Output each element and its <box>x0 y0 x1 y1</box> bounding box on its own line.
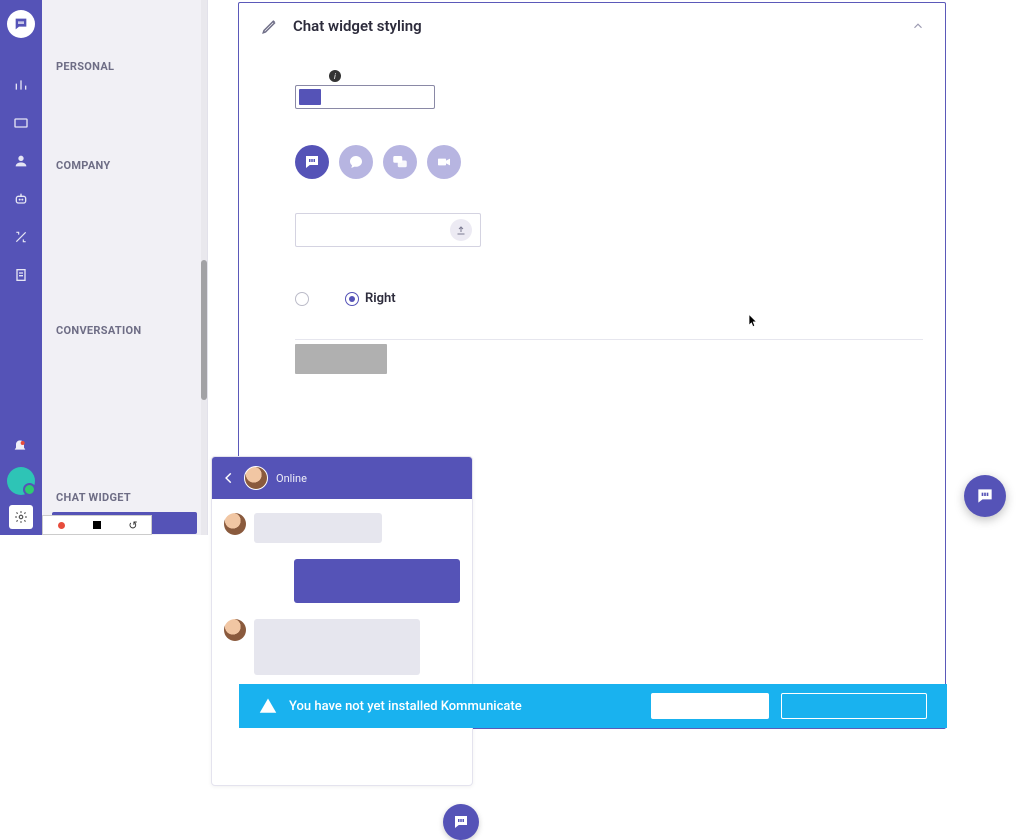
widget-position-radios: Right <box>295 291 923 306</box>
primary-color-field: i <box>295 69 923 109</box>
message-avatar <box>224 513 246 535</box>
launcher-icon-option-video[interactable] <box>427 145 461 179</box>
sidebar-category: PERSONAL <box>56 60 193 73</box>
rail-bottom <box>0 439 42 529</box>
message-incoming <box>224 513 460 543</box>
nav-routing-icon[interactable] <box>12 228 30 246</box>
collapse-icon[interactable] <box>911 19 925 33</box>
section-divider <box>295 339 923 340</box>
nav-conversations-icon[interactable] <box>12 114 30 132</box>
radio-label: Right <box>365 291 396 306</box>
chat-widget-styling-card: Chat widget styling i <box>238 2 946 729</box>
nav-bot-icon[interactable] <box>12 190 30 208</box>
video-icon <box>436 154 452 170</box>
launcher-icon-option-multi[interactable] <box>383 145 417 179</box>
message-bubble <box>294 559 460 603</box>
launcher-icon-option-msg[interactable] <box>295 145 329 179</box>
sidebar-category: COMPANY <box>56 159 193 172</box>
preview-messages <box>212 499 472 689</box>
card-header: Chat widget styling <box>239 3 945 49</box>
message-bubble <box>254 513 382 543</box>
screen-recorder-bar: ↺ <box>42 515 152 535</box>
current-user-avatar[interactable] <box>7 467 35 495</box>
agent-status: Online <box>276 472 307 485</box>
settings-sidebar: PERSONAL COMPANY CONVERSATION CHAT WIDGE… <box>42 0 208 535</box>
speech-bubble-icon <box>348 154 364 170</box>
sidebar-category: CHAT WIDGET <box>56 491 193 504</box>
color-input[interactable] <box>295 85 435 109</box>
info-icon[interactable]: i <box>329 70 341 82</box>
main-content: Chat widget styling i <box>208 0 1024 535</box>
back-icon <box>222 471 236 485</box>
position-left-radio[interactable] <box>295 292 309 306</box>
chat-launcher-button[interactable] <box>964 475 1006 517</box>
chat-multi-icon <box>391 153 409 171</box>
nav-docs-icon[interactable] <box>12 266 30 284</box>
record-indicator[interactable] <box>43 519 79 532</box>
preview-header: Online <box>212 457 472 499</box>
banner-text: You have not yet installed Kommunicate <box>289 699 639 714</box>
nav-analytics-icon[interactable] <box>12 76 30 94</box>
launcher-icon-option-comment[interactable] <box>339 145 373 179</box>
sidebar-scrollbar-thumb[interactable] <box>201 260 207 400</box>
save-button[interactable] <box>295 344 387 374</box>
message-outgoing <box>224 559 460 603</box>
banner-secondary-button[interactable] <box>781 693 927 719</box>
chat-bars-icon <box>303 153 321 171</box>
chat-bars-icon <box>975 486 995 506</box>
preview-frame: Online <box>211 456 473 786</box>
restart-recording-button[interactable]: ↺ <box>115 519 151 532</box>
message-incoming <box>224 619 460 675</box>
settings-button[interactable] <box>9 505 33 529</box>
brand-logo <box>7 10 35 38</box>
color-swatch <box>299 89 321 105</box>
left-rail <box>0 0 42 535</box>
stop-recording-button[interactable] <box>79 519 115 532</box>
nav-users-icon[interactable] <box>12 152 30 170</box>
logo-icon <box>13 16 29 32</box>
preview-launcher-button <box>443 804 479 840</box>
widget-preview: Online <box>211 456 473 786</box>
position-right-radio[interactable]: Right <box>345 291 396 306</box>
sidebar-category: CONVERSATION <box>56 324 193 337</box>
message-avatar <box>224 619 246 641</box>
warning-icon <box>259 697 277 715</box>
upload-icon <box>450 219 472 241</box>
chat-bars-icon <box>452 813 470 831</box>
edit-icon <box>261 17 279 35</box>
message-bubble <box>254 619 420 675</box>
launcher-icon-picker <box>295 145 923 179</box>
custom-icon-upload[interactable] <box>295 213 481 247</box>
agent-avatar <box>244 466 268 490</box>
notifications-icon[interactable] <box>12 439 30 457</box>
banner-primary-button[interactable] <box>651 693 769 719</box>
install-banner: You have not yet installed Kommunicate <box>239 684 947 728</box>
card-title: Chat widget styling <box>293 17 422 35</box>
